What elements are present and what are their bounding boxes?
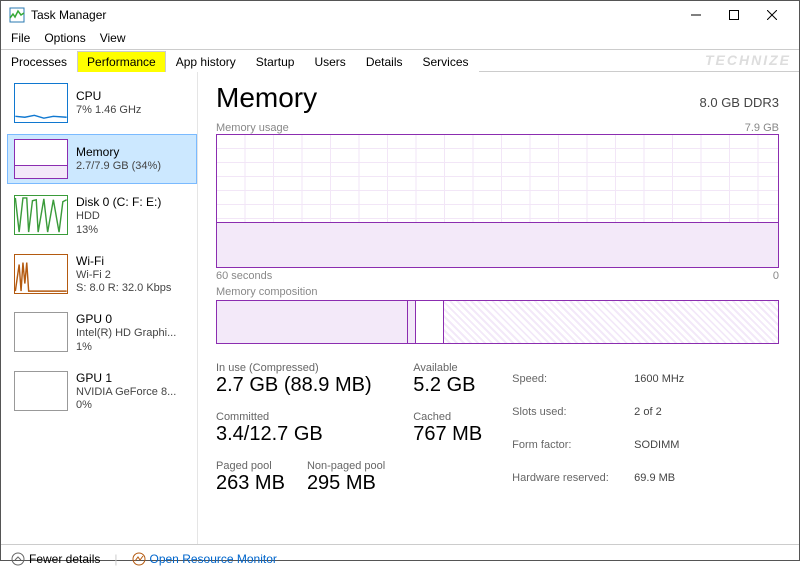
tab-performance[interactable]: Performance <box>77 51 166 72</box>
kv-speed-label: Speed: <box>512 364 632 395</box>
stat-paged-label: Paged pool <box>216 460 285 472</box>
tab-startup[interactable]: Startup <box>246 51 305 72</box>
sidebar-item-disk[interactable]: Disk 0 (C: F: E:) HDD 13% <box>7 190 197 243</box>
minimize-button[interactable] <box>677 3 715 27</box>
tab-apphistory[interactable]: App history <box>166 51 246 72</box>
stat-cached-label: Cached <box>413 411 482 423</box>
chart-caption: Memory usage <box>216 122 289 134</box>
stat-paged-value: 263 MB <box>216 472 285 495</box>
stat-inuse-value: 2.7 GB (88.9 MB) <box>216 374 385 397</box>
memory-capacity: 8.0 GB DDR3 <box>700 95 779 110</box>
memory-usage-chart[interactable] <box>216 134 779 268</box>
sidebar-item-wifi[interactable]: Wi-Fi Wi-Fi 2 S: 8.0 R: 32.0 Kbps <box>7 249 197 302</box>
memory-composition-chart[interactable] <box>216 300 779 344</box>
stat-cached-value: 767 MB <box>413 423 482 446</box>
stat-available-value: 5.2 GB <box>413 374 482 397</box>
sidebar-item-label: Memory <box>76 145 190 160</box>
sidebar-item-sub2: 13% <box>76 224 190 238</box>
sidebar-item-sub: 2.7/7.9 GB (34%) <box>76 160 190 174</box>
performance-sidebar: CPU 7% 1.46 GHz Memory 2.7/7.9 GB (34%) … <box>1 72 197 544</box>
tab-services[interactable]: Services <box>413 51 479 72</box>
sidebar-item-sub: HDD <box>76 210 190 224</box>
tab-details[interactable]: Details <box>356 51 413 72</box>
open-resource-monitor-link[interactable]: Open Resource Monitor <box>132 552 277 566</box>
menu-file[interactable]: File <box>11 31 30 45</box>
stat-inuse-label: In use (Compressed) <box>216 362 385 374</box>
sidebar-item-sub: 7% 1.46 GHz <box>76 104 190 118</box>
sidebar-item-label: CPU <box>76 89 190 104</box>
kv-slots-label: Slots used: <box>512 397 632 428</box>
footer-separator: | <box>114 552 117 566</box>
composition-caption: Memory composition <box>216 286 317 298</box>
main-panel: Memory 8.0 GB DDR3 Memory usage 7.9 GB 6… <box>198 72 799 544</box>
page-title: Memory <box>216 82 317 114</box>
sidebar-item-sub2: 1% <box>76 341 190 355</box>
memory-thumb-icon <box>14 139 68 179</box>
sidebar-item-sub2: S: 8.0 R: 32.0 Kbps <box>76 282 190 296</box>
kv-form-value: SODIMM <box>634 430 684 461</box>
disk-thumb-icon <box>14 195 68 235</box>
chart-axis-right: 0 <box>773 270 779 282</box>
comp-seg-standby <box>416 301 444 343</box>
sidebar-item-gpu1[interactable]: GPU 1 NVIDIA GeForce 8... 0% <box>7 366 197 419</box>
comp-seg-modified <box>408 301 416 343</box>
wifi-thumb-icon <box>14 254 68 294</box>
comp-seg-inuse <box>217 301 408 343</box>
chart-axis-left: 60 seconds <box>216 270 272 282</box>
app-icon <box>9 7 25 23</box>
sidebar-item-sub: Wi-Fi 2 <box>76 269 190 283</box>
stat-available-label: Available <box>413 362 482 374</box>
window-title: Task Manager <box>31 8 677 22</box>
menu-bar: File Options View <box>1 29 799 49</box>
menu-options[interactable]: Options <box>44 31 85 45</box>
stats-block: In use (Compressed) 2.7 GB (88.9 MB) Com… <box>216 362 779 495</box>
sidebar-item-gpu0[interactable]: GPU 0 Intel(R) HD Graphi... 1% <box>7 307 197 360</box>
resmon-label: Open Resource Monitor <box>150 552 277 566</box>
kv-speed-value: 1600 MHz <box>634 364 684 395</box>
resmon-icon <box>132 552 146 566</box>
maximize-button[interactable] <box>715 3 753 27</box>
chevron-up-circle-icon <box>11 552 25 566</box>
fewer-details-button[interactable]: Fewer details <box>11 552 100 566</box>
stat-nonpaged-label: Non-paged pool <box>307 460 385 472</box>
stat-committed-value: 3.4/12.7 GB <box>216 423 385 446</box>
sidebar-item-label: GPU 1 <box>76 371 190 386</box>
gpu1-thumb-icon <box>14 371 68 411</box>
window-controls <box>677 3 791 27</box>
sidebar-item-label: Wi-Fi <box>76 254 190 269</box>
memory-info-table: Speed:1600 MHz Slots used:2 of 2 Form fa… <box>510 362 686 495</box>
tab-users[interactable]: Users <box>304 51 355 72</box>
content-area: CPU 7% 1.46 GHz Memory 2.7/7.9 GB (34%) … <box>1 72 799 544</box>
sidebar-item-memory[interactable]: Memory 2.7/7.9 GB (34%) <box>7 134 197 184</box>
tab-processes[interactable]: Processes <box>1 51 77 72</box>
sidebar-item-sub2: 0% <box>76 399 190 413</box>
gpu0-thumb-icon <box>14 312 68 352</box>
fewer-details-label: Fewer details <box>29 552 100 566</box>
chart-max: 7.9 GB <box>745 122 779 134</box>
kv-form-label: Form factor: <box>512 430 632 461</box>
kv-slots-value: 2 of 2 <box>634 397 684 428</box>
sidebar-item-sub: NVIDIA GeForce 8... <box>76 386 190 400</box>
close-button[interactable] <box>753 3 791 27</box>
menu-view[interactable]: View <box>100 31 126 45</box>
stat-committed-label: Committed <box>216 411 385 423</box>
tab-strip: Processes Performance App history Startu… <box>1 49 799 72</box>
watermark: TECHNIZE <box>705 52 791 68</box>
sidebar-item-sub: Intel(R) HD Graphi... <box>76 327 190 341</box>
cpu-thumb-icon <box>14 83 68 123</box>
sidebar-item-label: GPU 0 <box>76 312 190 327</box>
sidebar-item-cpu[interactable]: CPU 7% 1.46 GHz <box>7 78 197 128</box>
kv-hw-value: 69.9 MB <box>634 462 684 493</box>
sidebar-item-label: Disk 0 (C: F: E:) <box>76 195 190 210</box>
footer-bar: Fewer details | Open Resource Monitor <box>1 544 799 573</box>
title-bar: Task Manager <box>1 1 799 29</box>
comp-seg-free <box>444 301 778 343</box>
memory-usage-fill <box>217 222 778 267</box>
kv-hw-label: Hardware reserved: <box>512 462 632 493</box>
stat-nonpaged-value: 295 MB <box>307 472 385 495</box>
